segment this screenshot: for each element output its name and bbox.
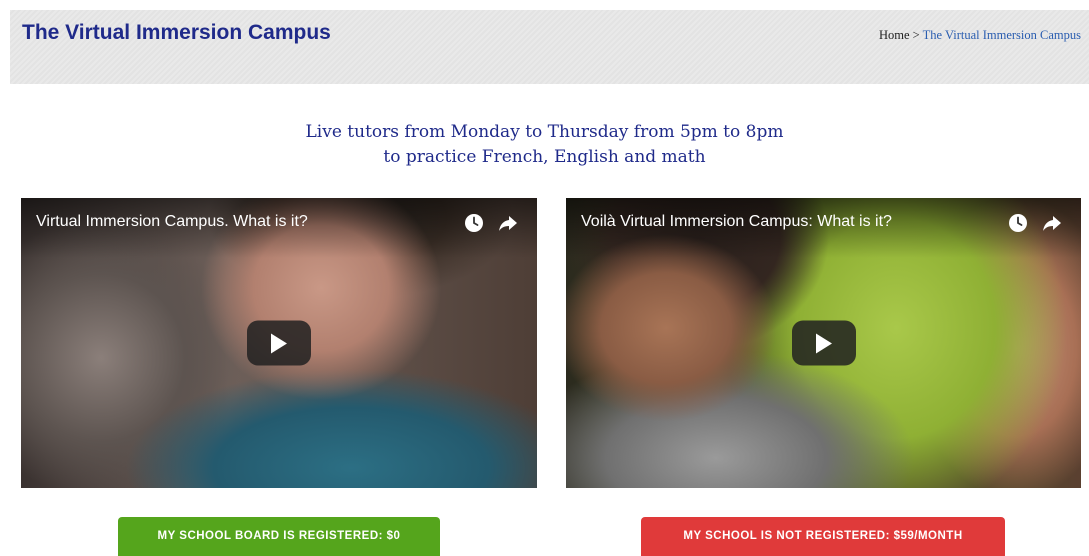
breadcrumb-separator: > [909, 28, 923, 42]
clock-icon[interactable] [463, 212, 485, 234]
video-title-1[interactable]: Virtual Immersion Campus. What is it? [36, 213, 308, 231]
tagline-line-1: Live tutors from Monday to Thursday from… [305, 122, 784, 142]
page-header: The Virtual Immersion Campus Home > The … [10, 10, 1089, 84]
video-player-1[interactable]: Virtual Immersion Campus. What is it? [21, 198, 537, 488]
school-not-registered-button[interactable]: MY SCHOOL IS NOT REGISTERED: $59/MONTH [641, 517, 1005, 556]
page-title: The Virtual Immersion Campus [22, 21, 331, 44]
tagline-line-2: to practice French, English and math [383, 147, 706, 167]
play-icon [271, 333, 287, 354]
play-icon [815, 333, 832, 354]
video-title-2[interactable]: Voilà Virtual Immersion Campus: What is … [581, 213, 892, 231]
share-icon[interactable] [497, 212, 519, 234]
play-button[interactable] [247, 320, 311, 366]
clock-icon[interactable] [1007, 212, 1029, 234]
tagline: Live tutors from Monday to Thursday from… [0, 120, 1089, 170]
play-button[interactable] [791, 320, 856, 366]
video-player-2[interactable]: Voilà Virtual Immersion Campus: What is … [566, 198, 1081, 488]
school-board-registered-button[interactable]: MY SCHOOL BOARD IS REGISTERED: $0 [118, 517, 440, 556]
breadcrumb-home-link[interactable]: Home [879, 28, 910, 42]
breadcrumb: Home > The Virtual Immersion Campus [879, 28, 1081, 43]
breadcrumb-current: The Virtual Immersion Campus [922, 28, 1081, 42]
share-icon[interactable] [1041, 212, 1063, 234]
